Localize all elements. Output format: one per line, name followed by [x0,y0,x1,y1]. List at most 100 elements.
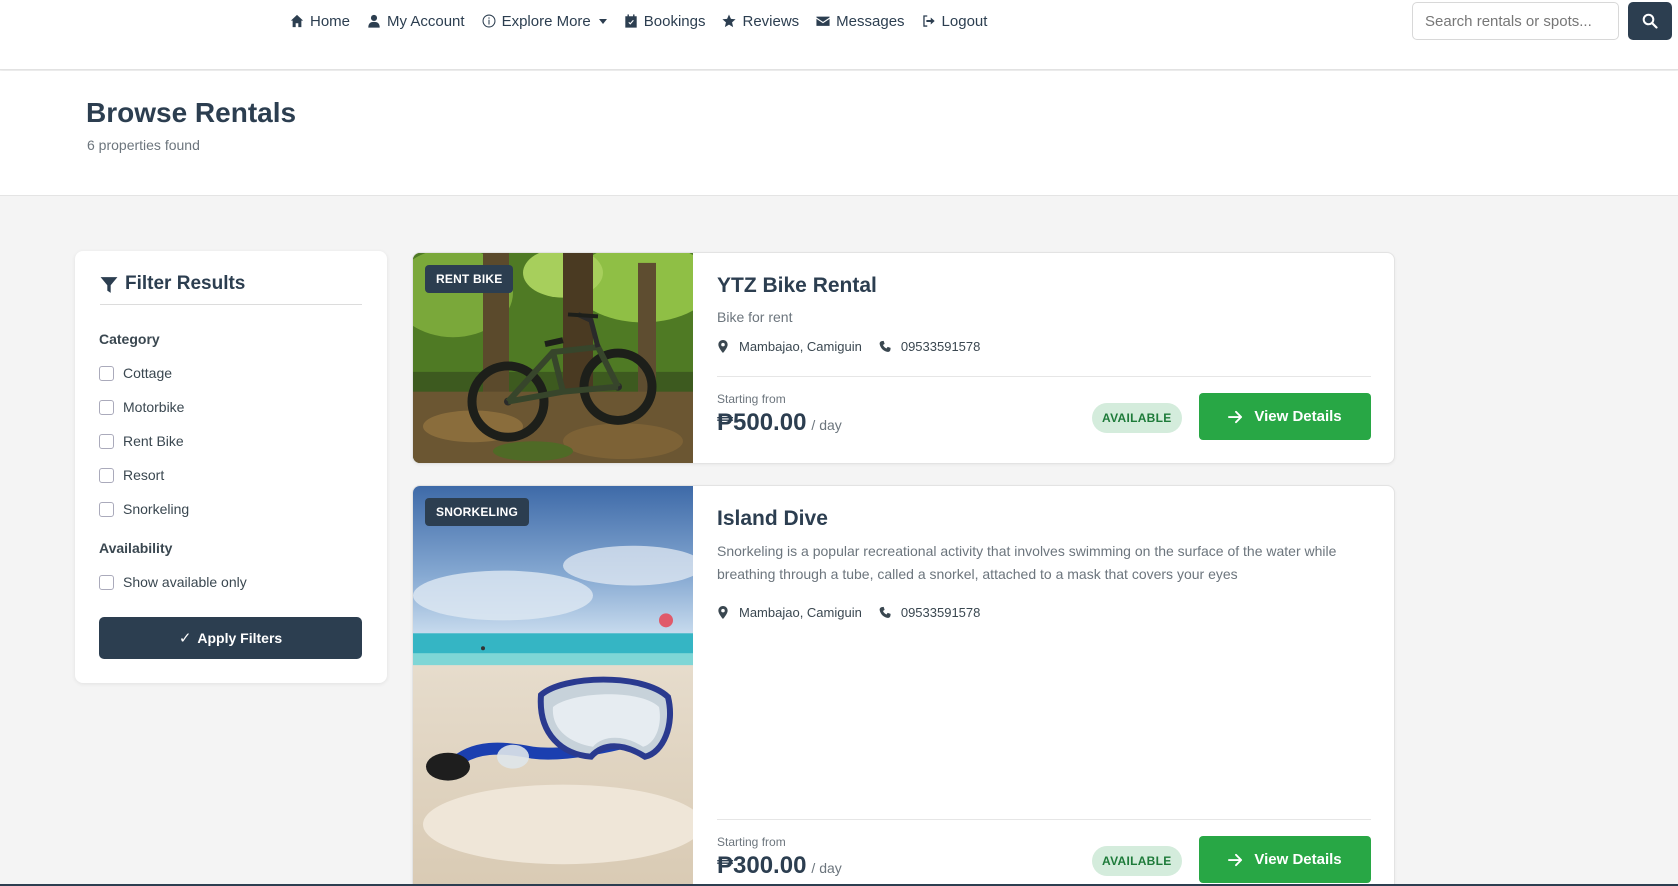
phone-icon [879,340,891,352]
checkbox[interactable] [99,365,114,381]
category-badge: SNORKELING [425,498,530,526]
starting-from-label: Starting from [717,835,786,849]
availability-label: Availability [99,540,173,556]
category-rent-bike[interactable]: Rent Bike [99,433,184,449]
price-value: ₱500.00 [717,409,807,436]
listing-location-text: Mambajao, Camiguin [739,605,862,620]
checkbox[interactable] [99,501,114,517]
page-title: Browse Rentals [86,97,297,128]
home-icon [290,14,304,28]
category-cottage-label: Cottage [123,365,173,381]
listing-price: ₱500.00 / day [717,409,842,437]
listing-description: Snorkeling is a popular recreational act… [717,543,1337,582]
map-pin-icon [718,606,728,619]
nav-explore-more[interactable]: Explore More [482,13,607,30]
price-value: ₱300.00 [717,852,807,879]
calendar-check-icon [625,14,637,28]
card-divider [717,376,1371,377]
filter-sidebar: Filter Results Category Cottage Motorbik… [75,251,387,683]
apply-filters-label: Apply Filters [197,630,283,646]
listing-location: Mambajao, Camiguin [717,339,862,354]
listing-title[interactable]: YTZ Bike Rental [717,274,877,298]
info-icon [482,14,496,28]
page-header: Browse Rentals 6 properties found [0,71,1678,196]
nav-my-account[interactable]: My Account [367,13,465,30]
search-input[interactable] [1412,2,1619,40]
view-details-button[interactable]: View Details [1199,836,1371,883]
view-details-label: View Details [1254,408,1342,425]
top-navbar: Home My Account Explore More Bookings Re… [0,0,1678,70]
listing-card: SNORKELING Island Dive Snorkeling is a p… [412,485,1395,886]
category-badge: RENT BIKE [425,265,514,293]
phone-icon [879,606,891,618]
status-badge: AVAILABLE [1092,846,1182,876]
listing-phone-text: 09533591578 [900,339,981,354]
listing-meta: Mambajao, Camiguin 09533591578 [717,605,980,620]
nav-my-account-label: My Account [387,12,465,30]
filter-title: Filter Results [125,273,246,294]
nav-bookings[interactable]: Bookings [624,12,706,30]
search-button[interactable] [1628,2,1672,40]
nav-bookings-label: Bookings [643,12,706,30]
search-icon [1642,13,1658,29]
listing-location: Mambajao, Camiguin [717,605,862,620]
listing-body: YTZ Bike Rental Bike for rent Mambajao, … [717,253,1372,463]
listing-image[interactable]: RENT BIKE [413,253,693,463]
category-motorbike-label: Motorbike [123,399,185,415]
nav-reviews[interactable]: Reviews [722,13,799,30]
price-unit: / day [811,860,842,876]
price-unit: / day [811,417,842,433]
category-motorbike[interactable]: Motorbike [99,399,184,415]
listing-phone: 09533591578 [879,339,981,354]
category-label: Category [99,331,160,347]
nav-explore-more-label: Explore More [501,12,591,30]
nav-links: Home My Account Explore More Bookings Re… [290,10,1004,32]
checkbox[interactable] [99,467,114,483]
nav-reviews-label: Reviews [742,12,800,30]
snorkel-photo [413,486,693,886]
map-pin-icon [718,340,728,353]
checkbox[interactable] [99,574,114,590]
listing-title[interactable]: Island Dive [717,507,828,531]
listing-card: RENT BIKE YTZ Bike Rental Bike for rent … [412,252,1395,464]
category-resort-label: Resort [123,467,165,483]
check-icon: ✓ [178,630,192,647]
listing-meta: Mambajao, Camiguin 09533591578 [717,339,980,354]
nav-home-label: Home [310,12,351,30]
category-resort[interactable]: Resort [99,467,164,483]
status-badge: AVAILABLE [1092,403,1182,433]
available-only-label: Show available only [123,574,247,590]
category-cottage[interactable]: Cottage [99,365,172,381]
star-icon [722,14,737,28]
arrow-right-icon [1228,410,1243,423]
starting-from-label: Starting from [717,392,786,406]
category-snorkeling[interactable]: Snorkeling [99,501,189,517]
listing-location-text: Mambajao, Camiguin [739,339,862,354]
listing-body: Island Dive Snorkeling is a popular recr… [717,486,1372,886]
chevron-down-icon [598,18,607,24]
nav-logout-label: Logout [941,12,988,30]
category-rent-bike-label: Rent Bike [123,433,184,449]
filter-icon [100,277,118,293]
listing-description: Bike for rent [717,309,793,325]
nav-home[interactable]: Home [290,13,350,30]
listing-phone-text: 09533591578 [900,605,981,620]
category-snorkeling-label: Snorkeling [123,501,190,517]
view-details-label: View Details [1254,851,1342,868]
listing-image[interactable]: SNORKELING [413,486,693,886]
checkbox[interactable] [99,433,114,449]
arrow-right-icon [1228,853,1243,866]
nav-messages[interactable]: Messages [816,12,905,30]
logout-icon [922,15,935,27]
checkbox[interactable] [99,399,114,415]
results-count: 6 properties found [87,137,200,153]
view-details-button[interactable]: View Details [1199,393,1371,440]
card-divider [717,819,1371,820]
nav-messages-label: Messages [836,12,905,30]
nav-logout[interactable]: Logout [922,12,988,30]
envelope-icon [816,16,830,26]
listing-phone: 09533591578 [879,605,981,620]
apply-filters-button[interactable]: ✓ Apply Filters [99,617,362,659]
user-icon [368,14,380,28]
available-only-option[interactable]: Show available only [99,574,247,590]
